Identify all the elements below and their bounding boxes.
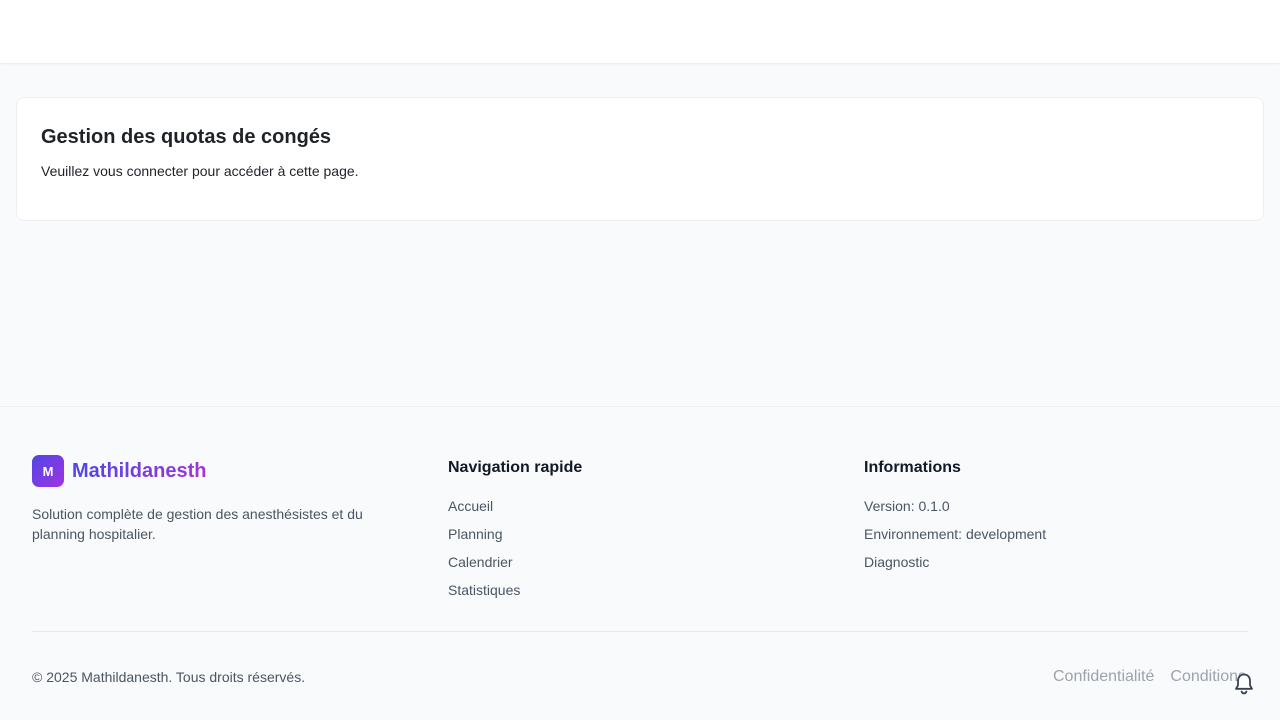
footer-link-statistiques[interactable]: Statistiques xyxy=(448,580,582,600)
informations-title: Informations xyxy=(864,459,961,476)
footer-link-diagnostic[interactable]: Diagnostic xyxy=(864,552,1046,572)
navigation-title: Navigation rapide xyxy=(448,459,583,476)
login-required-message: Veuillez vous connecter pour accéder à c… xyxy=(41,163,359,179)
environment-info: Environnement: development xyxy=(864,526,1047,542)
privacy-link[interactable]: Confidentialité xyxy=(1053,666,1154,688)
footer-link-calendrier[interactable]: Calendrier xyxy=(448,552,582,572)
brand-logo-icon: M xyxy=(32,455,64,487)
brand-name: Mathildanesth xyxy=(72,459,207,482)
footer-navigation-column: Navigation rapide Accueil Planning Calen… xyxy=(448,458,582,608)
brand-description: Solution complète de gestion des anesthé… xyxy=(32,506,363,542)
login-required-card: Gestion des quotas de congés Veuillez vo… xyxy=(16,97,1264,221)
footer-link-planning[interactable]: Planning xyxy=(448,524,582,544)
version-info: Version: 0.1.0 xyxy=(864,498,950,514)
top-header-bar xyxy=(0,0,1280,64)
page-title: Gestion des quotas de congés xyxy=(41,126,332,148)
site-footer: M Mathildanesth Solution complète de ges… xyxy=(0,406,1280,720)
footer-brand[interactable]: M Mathildanesth xyxy=(32,455,206,487)
footer-link-accueil[interactable]: Accueil xyxy=(448,496,582,516)
legal-links: Confidentialité Conditions xyxy=(1037,666,1246,688)
footer-divider xyxy=(32,631,1248,632)
bell-icon[interactable] xyxy=(1233,672,1255,696)
footer-informations-column: Informations Version: 0.1.0 Environnemen… xyxy=(864,458,1046,580)
copyright-text: © 2025 Mathildanesth. Tous droits réserv… xyxy=(32,669,306,685)
